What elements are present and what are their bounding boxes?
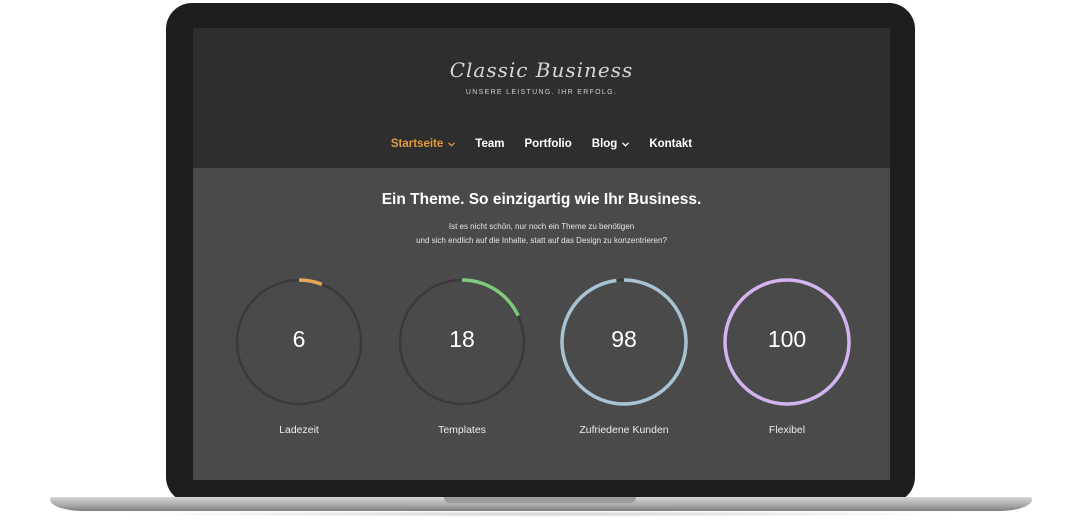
- nav-item-label: Startseite: [390, 138, 444, 150]
- counter-flexibel: 100 Flexibel: [721, 276, 853, 436]
- counter-label: Zufriedene Kunden: [579, 424, 669, 436]
- counter-templates: 18 Templates: [396, 276, 528, 436]
- nav-item-portfolio[interactable]: Portfolio: [524, 138, 571, 150]
- hero-section: Ein Theme. So einzigartig wie Ihr Busine…: [193, 168, 890, 480]
- laptop-notch: [444, 497, 636, 503]
- site-title[interactable]: Classic Business: [193, 58, 890, 82]
- nav-item-label: Team: [475, 138, 505, 150]
- nav-item-label: Blog: [591, 138, 618, 150]
- counter-label: Flexibel: [768, 424, 806, 436]
- laptop-shadow: [120, 511, 962, 517]
- nav-item-label: Kontakt: [649, 138, 693, 150]
- main-nav: Startseite Team Portfolio Blog Kontakt: [193, 134, 890, 154]
- nav-item-team[interactable]: Team: [475, 138, 504, 150]
- counter-value: 100: [767, 326, 807, 352]
- counter-zufriedene-kunden: 98 Zufriedene Kunden: [558, 276, 690, 436]
- hero-text-line: Ist es nicht schön, nur noch ein Theme z…: [448, 222, 635, 231]
- hero-title: Ein Theme. So einzigartig wie Ihr Busine…: [381, 191, 702, 208]
- hero-text-line: und sich endlich auf die Inhalte, statt …: [416, 236, 667, 245]
- counter-label: Ladezeit: [279, 424, 319, 436]
- site-tagline: UNSERE LEISTUNG. IHR ERFOLG.: [465, 89, 618, 96]
- counter-value: 6: [292, 326, 306, 352]
- chevron-down-icon: [448, 141, 456, 147]
- nav-item-label: Portfolio: [524, 138, 572, 150]
- browser-screen: Classic Business UNSERE LEISTUNG. IHR ER…: [193, 28, 890, 480]
- nav-item-blog[interactable]: Blog: [592, 138, 630, 150]
- nav-item-kontakt[interactable]: Kontakt: [649, 138, 692, 150]
- chevron-down-icon: [622, 141, 630, 147]
- hero-text: Ist es nicht schön, nur noch ein Theme z…: [193, 220, 890, 248]
- nav-item-startseite[interactable]: Startseite: [390, 138, 456, 150]
- counter-label: Templates: [438, 424, 486, 436]
- counter-value: 98: [611, 326, 637, 352]
- counter-ladezeit: 6 Ladezeit: [233, 276, 365, 436]
- counter-value: 18: [449, 326, 475, 352]
- site-header: Classic Business UNSERE LEISTUNG. IHR ER…: [193, 28, 890, 168]
